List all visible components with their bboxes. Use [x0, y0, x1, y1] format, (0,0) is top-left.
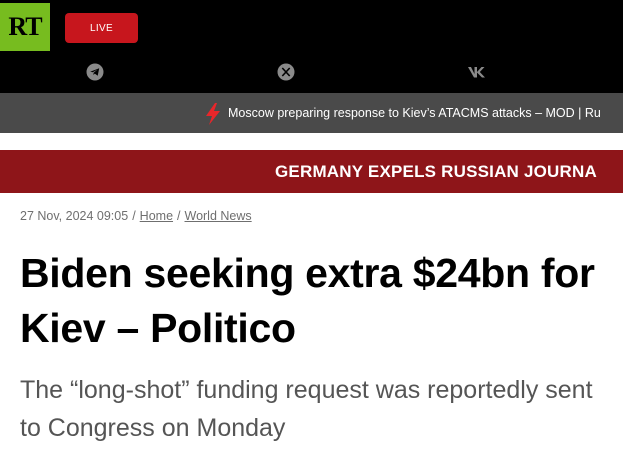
site-header: RT LIVE [0, 0, 623, 93]
vk-icon[interactable] [466, 62, 490, 82]
logo-text: RT [8, 12, 42, 41]
breaking-banner[interactable]: GERMANY EXPELS RUSSIAN JOURNA [0, 150, 623, 193]
breadcrumb-separator: / [177, 209, 181, 223]
article-meta: 27 Nov, 2024 09:05/Home / World News [20, 209, 252, 223]
banner-headline: GERMANY EXPELS RUSSIAN JOURNA [275, 162, 597, 181]
news-ticker: Moscow preparing response to Kiev’s ATAC… [0, 93, 623, 133]
telegram-icon[interactable] [85, 62, 105, 82]
rt-logo[interactable]: RT [0, 3, 50, 51]
breadcrumb-separator: / [132, 209, 136, 223]
live-button[interactable]: LIVE [65, 13, 138, 43]
article-lede: The “long-shot” funding request was repo… [20, 376, 593, 442]
breadcrumb-world-news-link[interactable]: World News [185, 209, 252, 223]
breadcrumb-home-link[interactable]: Home [140, 209, 173, 223]
article-date: 27 Nov, 2024 09:05 [20, 209, 129, 223]
live-label: LIVE [90, 22, 113, 34]
lightning-icon [206, 103, 220, 125]
article-headline: Biden seeking extra $24bn for Kiev – Pol… [20, 250, 595, 351]
x-icon[interactable] [276, 62, 296, 82]
ticker-headline-link[interactable]: Moscow preparing response to Kiev’s ATAC… [228, 106, 601, 120]
